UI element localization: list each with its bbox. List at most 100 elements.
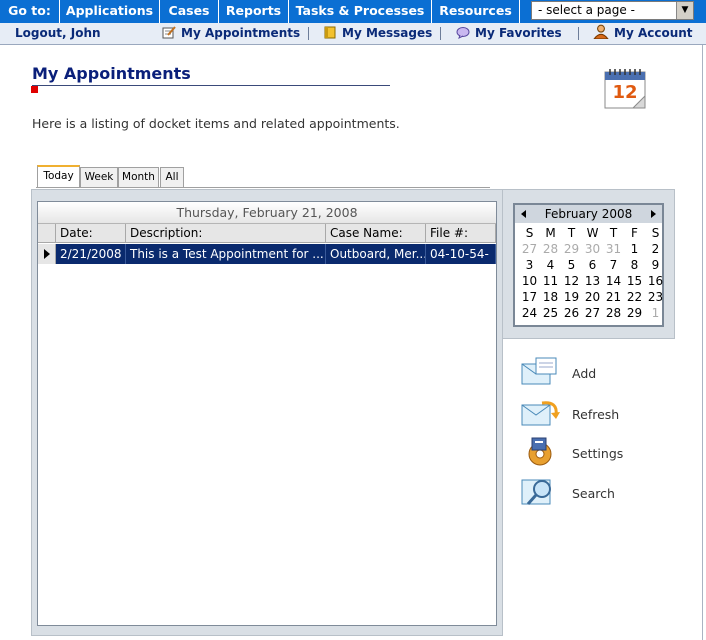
chevron-down-icon[interactable]: ▼ — [676, 2, 693, 19]
calendar-day[interactable]: 21 — [603, 289, 624, 305]
calendar-weekday: T — [567, 226, 576, 240]
refresh-label: Refresh — [572, 407, 620, 422]
my-appointments-label: My Appointments — [181, 26, 301, 40]
refresh-icon — [521, 401, 560, 426]
column-header-case-name[interactable]: Case Name: — [326, 224, 426, 243]
calendar-day[interactable]: 1 — [645, 305, 666, 321]
calendar-header: February 2008 — [515, 205, 662, 223]
divider — [440, 27, 441, 40]
calendar-day[interactable]: 12 — [561, 273, 582, 289]
title-marker — [31, 86, 38, 93]
table-row-cell-case-name[interactable]: Outboard, Mer... — [326, 244, 426, 264]
column-header-date[interactable]: Date: — [56, 224, 126, 243]
calendar-weekday: S — [525, 226, 534, 240]
calendar-day[interactable]: 27 — [582, 305, 603, 321]
gear-icon — [528, 437, 552, 466]
nav-tasks-processes[interactable]: Tasks & Processes — [289, 0, 432, 23]
calendar-day[interactable]: 2 — [645, 241, 666, 257]
page-select-value: - select a page - — [538, 3, 635, 17]
calendar-day[interactable]: 29 — [561, 241, 582, 257]
tab-month[interactable]: Month — [118, 167, 159, 187]
nav-resources[interactable]: Resources — [432, 0, 520, 23]
calendar-month-label: February 2008 — [544, 207, 633, 221]
add-button[interactable]: Add — [520, 356, 640, 390]
table-row-cell-date[interactable]: 2/21/2008 — [56, 244, 126, 264]
calendar-day[interactable]: 26 — [561, 305, 582, 321]
title-underline — [32, 85, 390, 86]
calendar-day[interactable]: 23 — [645, 289, 666, 305]
calendar-day[interactable]: 3 — [519, 257, 540, 273]
calendar-day[interactable]: 8 — [624, 257, 645, 273]
calendar-day[interactable]: 9 — [645, 257, 666, 273]
column-header-description[interactable]: Description: — [126, 224, 326, 243]
logout-link[interactable]: Logout, John — [15, 23, 101, 44]
calendar-day[interactable]: 17 — [519, 289, 540, 305]
settings-button[interactable]: Settings — [520, 436, 640, 470]
tab-today[interactable]: Today — [37, 165, 80, 188]
add-label: Add — [572, 366, 597, 381]
calendar-day[interactable]: 15 — [624, 273, 645, 289]
nav-cases[interactable]: Cases — [160, 0, 219, 23]
calendar-day[interactable]: 22 — [624, 289, 645, 305]
page-select-dropdown[interactable]: - select a page - ▼ — [531, 1, 694, 20]
search-label: Search — [572, 486, 615, 501]
nav-applications[interactable]: Applications — [60, 0, 160, 23]
calendar-day[interactable]: 28 — [540, 241, 561, 257]
table-row-cell-description[interactable]: This is a Test Appointment for ... — [126, 244, 326, 264]
my-favorites-link[interactable]: My Favorites — [456, 23, 562, 44]
calendar-weekday: F — [631, 226, 638, 240]
row-selector[interactable] — [38, 244, 56, 264]
calendar-day[interactable]: 25 — [540, 305, 561, 321]
table-row-cell-file-number[interactable]: 04-10-54- — [426, 244, 496, 264]
calendar-day[interactable]: 10 — [519, 273, 540, 289]
calendar-day[interactable]: 27 — [519, 241, 540, 257]
row-header-corner — [38, 224, 56, 243]
calendar-day[interactable]: 11 — [540, 273, 561, 289]
page-title: My Appointments — [32, 64, 191, 83]
calendar-day[interactable]: 13 — [582, 273, 603, 289]
goto-label: Go to: — [0, 0, 60, 23]
calendar-day[interactable]: 4 — [540, 257, 561, 273]
calendar-day[interactable]: 5 — [561, 257, 582, 273]
notepad-icon — [162, 26, 176, 39]
divider — [578, 27, 579, 40]
calendar-weekday: W — [586, 226, 599, 240]
tab-week[interactable]: Week — [80, 167, 118, 187]
calendar-icon: 12 — [604, 69, 646, 109]
my-messages-link[interactable]: My Messages — [323, 23, 432, 44]
calendar-day[interactable]: 31 — [603, 241, 624, 257]
page-intro-text: Here is a listing of docket items and re… — [32, 116, 400, 131]
calendar-day[interactable]: 28 — [603, 305, 624, 321]
my-appointments-link[interactable]: My Appointments — [162, 23, 300, 44]
calendar-day[interactable]: 14 — [603, 273, 624, 289]
calendar-icon-day: 12 — [612, 82, 637, 103]
calendar-day[interactable]: 19 — [561, 289, 582, 305]
divider — [308, 27, 309, 40]
top-navigation-bar: Go to: Applications Cases Reports Tasks … — [0, 0, 706, 23]
mini-calendar: February 2008 S M T W T F S 27 28 29 30 31 1 2 3 4 5 6 7 8 9… — [513, 203, 664, 327]
previous-month-icon[interactable] — [521, 210, 526, 218]
user-links-bar: Logout, John My Appointments My Messages… — [0, 23, 706, 45]
calendar-day[interactable]: 24 — [519, 305, 540, 321]
calendar-weekday: M — [545, 226, 556, 240]
next-month-icon[interactable] — [651, 210, 656, 218]
calendar-weekday: S — [651, 226, 660, 240]
grid-date-caption: Thursday, February 21, 2008 — [38, 202, 496, 224]
calendar-day[interactable]: 18 — [540, 289, 561, 305]
my-account-link[interactable]: My Account — [593, 23, 693, 44]
refresh-button[interactable]: Refresh — [520, 397, 640, 431]
calendar-day[interactable]: 16 — [645, 273, 666, 289]
calendar-day[interactable]: 30 — [582, 241, 603, 257]
nav-reports[interactable]: Reports — [219, 0, 289, 23]
tab-all[interactable]: All — [160, 167, 184, 187]
calendar-day[interactable]: 7 — [603, 257, 624, 273]
row-pointer-icon — [44, 249, 50, 259]
calendar-day[interactable]: 20 — [582, 289, 603, 305]
calendar-day[interactable]: 29 — [624, 305, 645, 321]
speech-bubble-icon — [456, 27, 470, 39]
column-header-file-number[interactable]: File #: — [426, 224, 496, 243]
calendar-day[interactable]: 1 — [624, 241, 645, 257]
calendar-day[interactable]: 6 — [582, 257, 603, 273]
tab-baseline — [36, 187, 490, 188]
search-button[interactable]: Search — [520, 476, 640, 510]
